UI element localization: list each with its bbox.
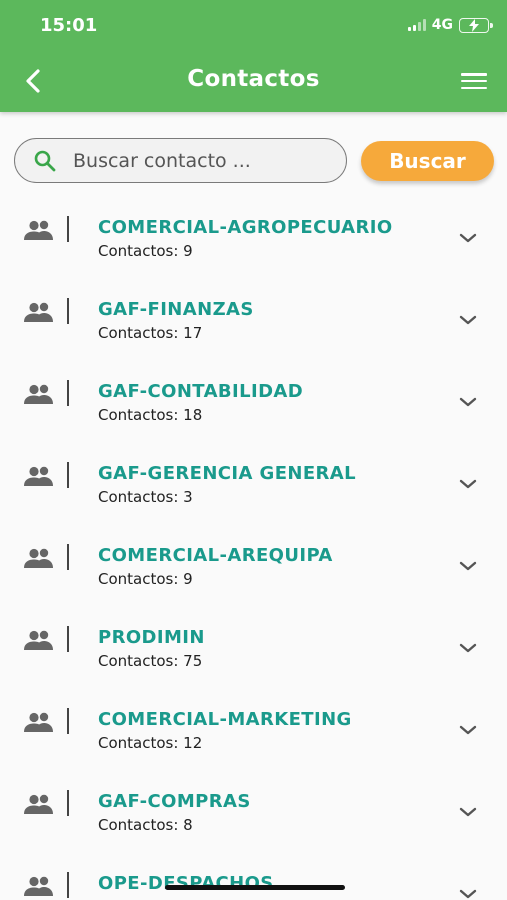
group-list-item[interactable]: COMERCIAL-AREQUIPA Contactos: 9 bbox=[0, 528, 507, 610]
group-list-item[interactable]: OPE-DESPACHOS bbox=[0, 856, 507, 900]
divider bbox=[67, 872, 69, 898]
group-icon bbox=[24, 548, 53, 568]
divider bbox=[67, 462, 69, 488]
chevron-down-icon[interactable] bbox=[459, 724, 477, 736]
group-list-item[interactable]: COMERCIAL-MARKETING Contactos: 12 bbox=[0, 692, 507, 774]
app-header: 15:01 4G Contactos bbox=[0, 0, 507, 112]
group-icon bbox=[24, 302, 53, 322]
group-contact-count: Contactos: 3 bbox=[98, 488, 193, 506]
battery-icon bbox=[459, 17, 493, 33]
divider bbox=[67, 298, 69, 324]
divider bbox=[67, 708, 69, 734]
search-icon bbox=[34, 150, 56, 171]
group-name: OPE-DESPACHOS bbox=[98, 873, 274, 894]
group-name: GAF-COMPRAS bbox=[98, 791, 251, 812]
network-label: 4G bbox=[431, 17, 453, 33]
group-name: COMERCIAL-MARKETING bbox=[98, 709, 352, 730]
divider bbox=[67, 544, 69, 570]
group-icon bbox=[24, 876, 53, 896]
chevron-down-icon[interactable] bbox=[459, 314, 477, 326]
divider bbox=[67, 790, 69, 816]
group-contact-count: Contactos: 75 bbox=[98, 652, 203, 670]
status-indicators: 4G bbox=[407, 17, 493, 33]
group-icon bbox=[24, 220, 53, 240]
divider bbox=[67, 380, 69, 406]
group-icon bbox=[24, 384, 53, 404]
search-input[interactable] bbox=[73, 149, 313, 172]
group-name: GAF-FINANZAS bbox=[98, 299, 254, 320]
group-list-item[interactable]: GAF-FINANZAS Contactos: 17 bbox=[0, 282, 507, 364]
group-contact-count: Contactos: 8 bbox=[98, 816, 193, 834]
group-name: COMERCIAL-AREQUIPA bbox=[98, 545, 333, 566]
group-name: PRODIMIN bbox=[98, 627, 205, 648]
hamburger-menu-icon bbox=[461, 73, 487, 76]
group-name: COMERCIAL-AGROPECUARIO bbox=[98, 217, 393, 238]
chevron-down-icon[interactable] bbox=[459, 560, 477, 572]
group-icon bbox=[24, 794, 53, 814]
chevron-down-icon[interactable] bbox=[459, 478, 477, 490]
page-title: Contactos bbox=[187, 66, 320, 92]
home-indicator bbox=[165, 885, 345, 890]
group-list-item[interactable]: GAF-GERENCIA GENERAL Contactos: 3 bbox=[0, 446, 507, 528]
group-list-item[interactable]: GAF-COMPRAS Contactos: 8 bbox=[0, 774, 507, 856]
status-time: 15:01 bbox=[40, 15, 98, 36]
group-contact-count: Contactos: 9 bbox=[98, 570, 193, 588]
chevron-down-icon[interactable] bbox=[459, 806, 477, 818]
chevron-down-icon[interactable] bbox=[459, 642, 477, 654]
menu-button[interactable] bbox=[461, 70, 487, 92]
group-icon bbox=[24, 712, 53, 732]
group-name: GAF-GERENCIA GENERAL bbox=[98, 463, 357, 484]
signal-icon bbox=[407, 19, 426, 31]
group-name: GAF-CONTABILIDAD bbox=[98, 381, 304, 402]
group-list-item[interactable]: GAF-CONTABILIDAD Contactos: 18 bbox=[0, 364, 507, 446]
group-list-item[interactable]: PRODIMIN Contactos: 75 bbox=[0, 610, 507, 692]
group-contact-count: Contactos: 9 bbox=[98, 242, 193, 260]
search-button[interactable]: Buscar bbox=[361, 141, 494, 181]
chevron-down-icon[interactable] bbox=[459, 396, 477, 408]
group-icon bbox=[24, 630, 53, 650]
group-contact-count: Contactos: 17 bbox=[98, 324, 203, 342]
group-contact-count: Contactos: 12 bbox=[98, 734, 203, 752]
search-field[interactable] bbox=[14, 138, 347, 183]
chevron-down-icon[interactable] bbox=[459, 888, 477, 900]
chevron-down-icon[interactable] bbox=[459, 232, 477, 244]
contact-group-list: COMERCIAL-AGROPECUARIO Contactos: 9 GAF-FI… bbox=[0, 200, 507, 900]
divider bbox=[67, 216, 69, 242]
divider bbox=[67, 626, 69, 652]
group-list-item[interactable]: COMERCIAL-AGROPECUARIO Contactos: 9 bbox=[0, 200, 507, 282]
group-icon bbox=[24, 466, 53, 486]
group-contact-count: Contactos: 18 bbox=[98, 406, 203, 424]
